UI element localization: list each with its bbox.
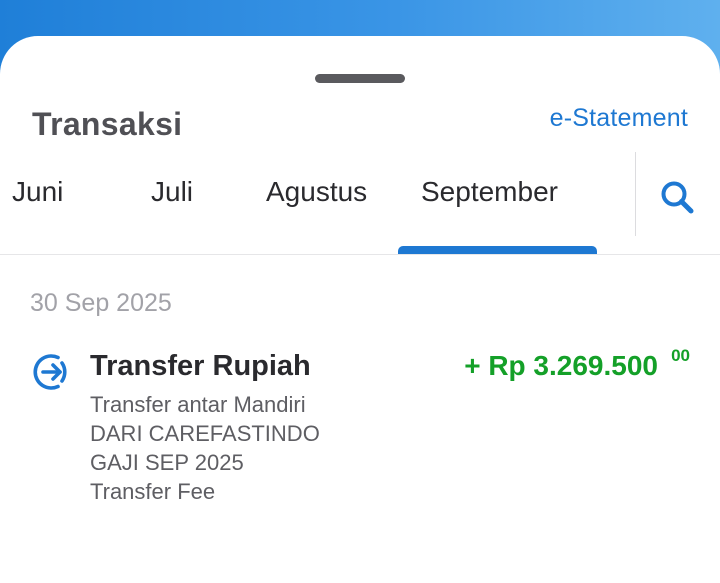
transaction-amount-cents: 00: [671, 346, 690, 365]
transaction-detail: Transfer Fee: [90, 479, 216, 504]
transaction-detail: DARI CAREFASTINDO: [90, 421, 320, 446]
page-title: Transaksi: [32, 106, 183, 142]
tab-juni[interactable]: Juni: [12, 176, 63, 208]
divider: [0, 254, 720, 255]
active-tab-indicator: [398, 246, 597, 254]
transaction-amount: + Rp 3.269.500: [464, 350, 658, 381]
transaction-detail: Transfer antar Mandiri: [90, 392, 306, 417]
tab-juli[interactable]: Juli: [151, 176, 193, 208]
estatement-link[interactable]: e-Statement: [550, 104, 688, 133]
month-tabs: Juni Juli Agustus September: [0, 152, 720, 254]
transaction-date: 30 Sep 2025: [30, 289, 172, 317]
transaction-item[interactable]: Transfer Rupiah + Rp 3.269.500 00 Transf…: [0, 340, 720, 520]
search-button[interactable]: [656, 176, 700, 220]
search-icon: [661, 181, 694, 214]
transaction-detail: GAJI SEP 2025: [90, 450, 244, 475]
tab-september[interactable]: September: [421, 176, 558, 208]
tab-divider: [635, 152, 636, 236]
tab-agustus[interactable]: Agustus: [266, 176, 367, 208]
transaction-title: Transfer Rupiah: [90, 350, 311, 382]
drag-handle[interactable]: [315, 74, 405, 83]
transfer-in-icon: [33, 354, 67, 390]
